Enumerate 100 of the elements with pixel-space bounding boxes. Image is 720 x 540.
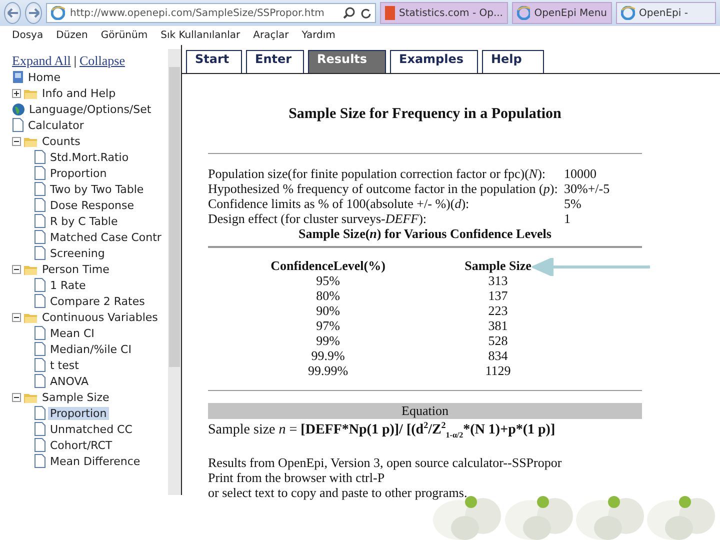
table-cell-text: 313 [487, 273, 509, 288]
tree-item[interactable]: Two by Two Table [48, 182, 146, 196]
parameter-label: Confidence limits as % of 100(absolute +/- %)(d): [208, 196, 470, 211]
browser-tab[interactable]: Statistics.com - Op... [380, 2, 508, 24]
table-cell-text: 99% [315, 333, 341, 348]
tree-item[interactable]: Language/Options/Set [27, 102, 154, 116]
tree-item[interactable]: ANOVA [48, 374, 91, 388]
menu-item[interactable]: Düzen [56, 30, 88, 41]
tree-item[interactable]: Screening [48, 246, 107, 260]
back-button[interactable] [4, 2, 21, 24]
page-icon [34, 150, 46, 164]
tab[interactable]: Start [186, 50, 242, 73]
tree-item[interactable]: Compare 2 Rates [48, 294, 147, 308]
scrollbar[interactable] [168, 49, 181, 495]
tree-item[interactable]: Unmatched CC [48, 422, 134, 436]
collapse-toggle-icon[interactable] [12, 136, 21, 146]
pointer-arrow-icon [532, 258, 652, 276]
parameter-value: 10000 [564, 166, 598, 181]
address-text: http://www.openepi.com/SampleSize/SSPropor.htm [70, 8, 326, 18]
menu-item[interactable]: Dosya [12, 30, 44, 41]
table-cell-text: 528 [487, 333, 509, 348]
table-cell-text: 90% [315, 303, 341, 318]
tree-item[interactable]: Cohort/RCT [48, 438, 114, 452]
table-cell-text: 99.9% [310, 348, 346, 363]
table-cell-text: 381 [487, 318, 509, 333]
tab[interactable]: Examples [390, 50, 478, 73]
page-icon [34, 326, 46, 340]
table-cell-text: 1129 [484, 363, 512, 378]
tree-item[interactable]: Mean Difference [48, 454, 142, 468]
scrollbar-thumb[interactable] [169, 67, 180, 367]
tab[interactable]: Help [482, 50, 544, 73]
menu-item[interactable]: Sık Kullanılanlar [160, 30, 240, 41]
browser-icon [517, 6, 530, 20]
collapse-link[interactable]: Collapse [79, 53, 125, 68]
browser-tab[interactable]: OpenEpi - [616, 2, 716, 24]
page-icon [34, 358, 46, 372]
table-cell-text: 834 [487, 348, 509, 363]
tree-item[interactable]: Matched Case Contr [48, 230, 164, 244]
back-arrow-icon [6, 8, 18, 18]
equation-heading: Equation [208, 403, 642, 419]
table-cell-text: 99.99% [306, 363, 350, 378]
tree-item[interactable]: Calculator [26, 118, 86, 132]
tree-item[interactable]: Std.Mort.Ratio [48, 150, 131, 164]
browser-tab[interactable]: OpenEpi Menu [512, 2, 612, 24]
search-icon[interactable] [343, 7, 355, 19]
column-header: Sample Size [464, 258, 532, 273]
table-cell-text: 137 [487, 288, 509, 303]
folder-icon [24, 136, 38, 146]
page-icon [34, 342, 46, 356]
page-icon [34, 278, 46, 292]
globe-icon [12, 102, 25, 116]
table-title: Sample Size(n) for Various Confidence Levels [298, 226, 552, 242]
page-icon [34, 246, 46, 260]
parameter-value: 30%+/-5 [564, 181, 611, 196]
collapse-toggle-icon[interactable] [12, 392, 21, 402]
menu-item[interactable]: Yardım [302, 30, 336, 41]
tree-item[interactable]: Info and Help [40, 86, 118, 100]
page-icon [34, 198, 46, 212]
collapse-toggle-icon[interactable] [12, 264, 21, 274]
forward-arrow-icon [28, 8, 40, 18]
address-field[interactable]: http://www.openepi.com/SampleSize/SSPropor.htm [46, 3, 376, 23]
tree-item[interactable]: Dose Response [48, 198, 136, 212]
tree-item[interactable]: Proportion [48, 166, 109, 180]
refresh-icon[interactable] [360, 8, 371, 18]
equation-text: Sample size n = [DEFF*Np(1 p)]/ [(d$^{2}$/Z$^{2}$ $_{1-α/2}$*(N 1)+p*(1 p)] [208, 420, 556, 440]
parameter-label: Population size(for finite population correction factor or fpc)(N): [208, 166, 547, 181]
menu-item[interactable]: Araçlar [253, 30, 289, 41]
table-cell-text: 95% [315, 273, 341, 288]
tab[interactable]: Enter [246, 50, 304, 73]
tree-item[interactable]: Home [26, 70, 62, 84]
tree-item[interactable]: Proportion [48, 406, 109, 420]
footer-text: or select text to copy and paste to other programs. [208, 485, 468, 500]
home-icon [12, 70, 24, 84]
tree-item[interactable]: Mean CI [48, 326, 96, 340]
parameter-value: 1 [564, 211, 572, 226]
tree-item[interactable]: Continuous Variables [40, 310, 160, 324]
menu-item[interactable]: Görünüm [100, 30, 148, 41]
tree-item[interactable]: R by C Table [48, 214, 120, 228]
browser-icon [621, 6, 635, 20]
folder-icon [24, 264, 38, 274]
parameter-label: Hypothesized % frequency of outcome factor in the population (p): [208, 181, 559, 196]
collapse-toggle-icon[interactable] [12, 312, 21, 322]
tree-item[interactable]: Median/%ile CI [48, 342, 134, 356]
page-icon [34, 422, 46, 436]
expand-all-link[interactable]: Expand All [12, 53, 71, 68]
tree-item[interactable]: Person Time [40, 262, 112, 276]
tree-item[interactable]: 1 Rate [48, 278, 88, 292]
results-title: Sample Size for Frequency in a Population [288, 106, 562, 123]
page-icon [34, 374, 46, 388]
footer-text: Print from the browser with ctrl-P [208, 470, 386, 486]
tab[interactable]: Results [308, 50, 386, 73]
column-header: ConfidenceLevel(%) [270, 258, 386, 273]
tree-item[interactable]: Counts [40, 134, 82, 148]
forward-button[interactable] [25, 2, 42, 24]
page-icon [34, 182, 46, 196]
parameter-label: Design effect (for cluster surveys-DEFF): [208, 211, 428, 226]
tree-item[interactable]: t test [48, 358, 81, 372]
page-icon [12, 118, 24, 132]
expand-toggle-icon[interactable] [12, 88, 21, 98]
tree-item[interactable]: Sample Size [40, 390, 112, 404]
